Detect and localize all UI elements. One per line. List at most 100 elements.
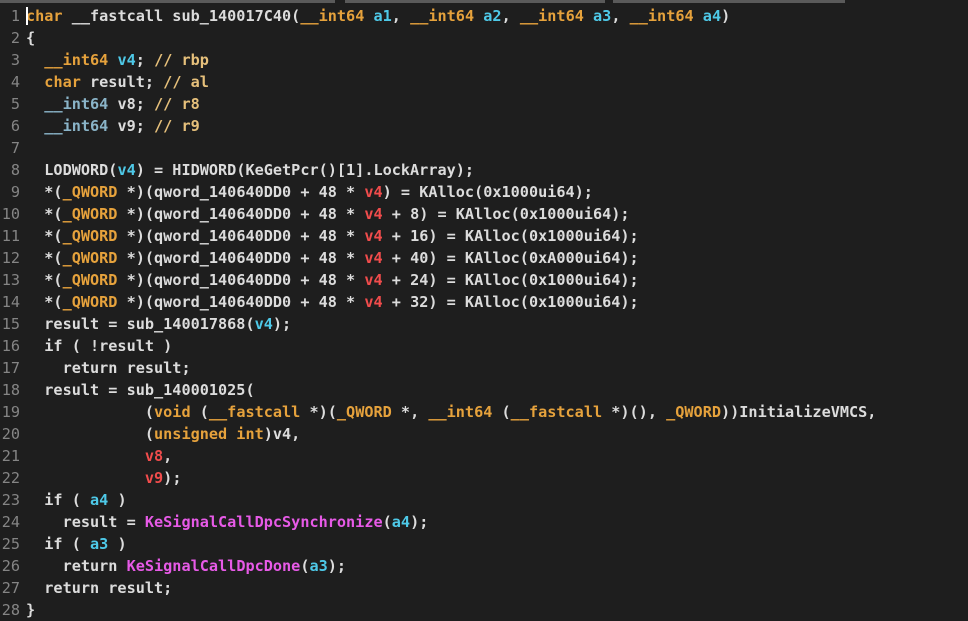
code-token-plain: , <box>611 7 630 25</box>
code-line[interactable]: 28} <box>0 599 968 621</box>
code-token-plain: return result; <box>26 359 191 377</box>
code-line[interactable]: 24 result = KeSignalCallDpcSynchronize(a… <box>0 511 968 533</box>
code-text[interactable]: char __fastcall sub_140017C40(__int64 a1… <box>26 5 730 27</box>
code-line[interactable]: 21 v8, <box>0 445 968 467</box>
code-line[interactable]: 23 if ( a4 ) <box>0 489 968 511</box>
code-text[interactable]: __int64 v9; // r9 <box>26 115 200 137</box>
code-token-var: a3 <box>90 535 109 553</box>
code-line[interactable]: 20 (unsigned int)v4, <box>0 423 968 445</box>
code-line[interactable]: 10 *(_QWORD *)(qword_140640DD0 + 48 * v4… <box>0 203 968 225</box>
code-text[interactable]: { <box>26 27 35 49</box>
code-token-plain: LODWORD( <box>26 161 118 179</box>
code-line[interactable]: 8 LODWORD(v4) = HIDWORD(KeGetPcr()[1].Lo… <box>0 159 968 181</box>
code-line[interactable]: 13 *(_QWORD *)(qword_140640DD0 + 48 * v4… <box>0 269 968 291</box>
code-token-plain: *)(qword_140640DD0 + 48 * <box>117 227 365 245</box>
code-text[interactable]: *(_QWORD *)(qword_140640DD0 + 48 * v4 + … <box>26 269 639 291</box>
code-text[interactable]: if ( a3 ) <box>26 533 126 555</box>
code-line[interactable]: 25 if ( a3 ) <box>0 533 968 555</box>
line-number: 20 <box>1 425 20 443</box>
code-token-cmt: // r9 <box>154 117 200 135</box>
code-text[interactable]: return KeSignalCallDpcDone(a3); <box>26 555 347 577</box>
line-number: 9 <box>10 183 20 201</box>
code-token-type: char <box>44 73 81 91</box>
code-text[interactable]: (void (__fastcall *)(_QWORD *, __int64 (… <box>26 401 877 423</box>
code-token-type: __fastcall <box>208 403 301 421</box>
code-token-plain: ( <box>492 403 511 421</box>
code-text[interactable]: v9); <box>26 467 182 489</box>
code-token-var: a1 <box>373 7 392 25</box>
code-line[interactable]: 12 *(_QWORD *)(qword_140640DD0 + 48 * v4… <box>0 247 968 269</box>
code-token-var: v4 <box>117 51 136 69</box>
code-text[interactable]: } <box>26 599 35 621</box>
code-line[interactable]: 4 char result; // al <box>0 71 968 93</box>
code-line[interactable]: 18 result = sub_140001025( <box>0 379 968 401</box>
code-line[interactable]: 27 return result; <box>0 577 968 599</box>
line-number: 11 <box>1 227 20 245</box>
code-token-plain: , <box>391 7 411 25</box>
code-text[interactable]: return result; <box>26 577 172 599</box>
code-token-plain: + 32) = KAlloc(0x1000ui64); <box>382 293 639 311</box>
code-line[interactable]: 2{ <box>0 27 968 49</box>
code-line[interactable]: 1 char __fastcall sub_140017C40(__int64 a… <box>0 5 968 27</box>
code-line[interactable]: 17 return result; <box>0 357 968 379</box>
line-number: 27 <box>1 579 20 597</box>
code-text[interactable]: if ( a4 ) <box>26 489 126 511</box>
code-text[interactable]: *(_QWORD *)(qword_140640DD0 + 48 * v4) =… <box>26 181 593 203</box>
code-token-plain: ; <box>135 51 155 69</box>
code-text[interactable]: return result; <box>26 357 191 379</box>
code-view[interactable]: 1 char __fastcall sub_140017C40(__int64 a… <box>0 5 968 621</box>
code-token-type: __int64 <box>428 403 493 421</box>
code-token-type: __int64 <box>44 51 109 69</box>
code-token-plain: + 24) = KAlloc(0x1000ui64); <box>382 271 639 289</box>
code-text[interactable]: __int64 v8; // r8 <box>26 93 199 115</box>
top-scrollbar[interactable] <box>0 0 968 4</box>
code-token-var: a3 <box>309 557 328 575</box>
code-text[interactable]: v8, <box>26 445 172 467</box>
code-line[interactable]: 5 __int64 v8; // r8 <box>0 93 968 115</box>
code-line[interactable]: 26 return KeSignalCallDpcDone(a3); <box>0 555 968 577</box>
code-line[interactable]: 19 (void (__fastcall *)(_QWORD *, __int6… <box>0 401 968 423</box>
code-token-var: v4 <box>254 315 273 333</box>
line-number: 12 <box>1 249 20 267</box>
code-line[interactable]: 9 *(_QWORD *)(qword_140640DD0 + 48 * v4)… <box>0 181 968 203</box>
code-text[interactable]: *(_QWORD *)(qword_140640DD0 + 48 * v4 + … <box>26 247 638 269</box>
code-text[interactable]: *(_QWORD *)(qword_140640DD0 + 48 * v4 + … <box>26 225 638 247</box>
code-token-type: __fastcall <box>510 403 603 421</box>
code-line[interactable]: 14 *(_QWORD *)(qword_140640DD0 + 48 * v4… <box>0 291 968 313</box>
line-number: 26 <box>1 557 20 575</box>
code-line[interactable]: 11 *(_QWORD *)(qword_140640DD0 + 48 * v4… <box>0 225 968 247</box>
code-line[interactable]: 3 __int64 v4; // rbp <box>0 49 968 71</box>
code-token-plain: ); <box>163 469 182 487</box>
code-text[interactable]: if ( !result ) <box>26 335 172 357</box>
code-line[interactable]: 16 if ( !result ) <box>0 335 968 357</box>
code-token-api: KeSignalCallDpcSynchronize <box>144 513 383 531</box>
code-line[interactable]: 6 __int64 v9; // r9 <box>0 115 968 137</box>
code-text[interactable]: char result; // al <box>26 71 209 93</box>
code-token-plain: *( <box>26 271 63 289</box>
pseudocode-editor[interactable]: 1 char __fastcall sub_140017C40(__int64 a… <box>0 0 968 621</box>
code-text[interactable]: __int64 v4; // rbp <box>26 49 209 71</box>
line-number: 3 <box>10 51 20 69</box>
code-token-type: _QWORD <box>62 271 118 289</box>
code-line[interactable]: 7 <box>0 137 968 159</box>
code-line[interactable]: 15 result = sub_140017868(v4); <box>0 313 968 335</box>
code-text[interactable]: (unsigned int)v4, <box>26 423 300 445</box>
code-text[interactable]: result = sub_140001025( <box>26 379 254 401</box>
code-text[interactable]: result = sub_140017868(v4); <box>26 313 291 335</box>
code-text[interactable]: LODWORD(v4) = HIDWORD(KeGetPcr()[1].Lock… <box>26 159 474 181</box>
line-number: 6 <box>10 117 20 135</box>
code-text[interactable]: result = KeSignalCallDpcSynchronize(a4); <box>26 511 429 533</box>
code-text[interactable]: *(_QWORD *)(qword_140640DD0 + 48 * v4 + … <box>26 291 639 313</box>
code-token-plain: ) = HIDWORD(KeGetPcr()[1].LockArray); <box>135 161 475 179</box>
code-token-var: a4 <box>702 7 722 25</box>
line-number: 5 <box>10 95 20 113</box>
code-token-plain: *)(qword_140640DD0 + 48 * <box>117 205 365 223</box>
code-text[interactable]: *(_QWORD *)(qword_140640DD0 + 48 * v4 + … <box>26 203 629 225</box>
line-number: 18 <box>1 381 20 399</box>
code-token-type: __int64 <box>300 7 365 25</box>
code-line[interactable]: 22 v9); <box>0 467 968 489</box>
